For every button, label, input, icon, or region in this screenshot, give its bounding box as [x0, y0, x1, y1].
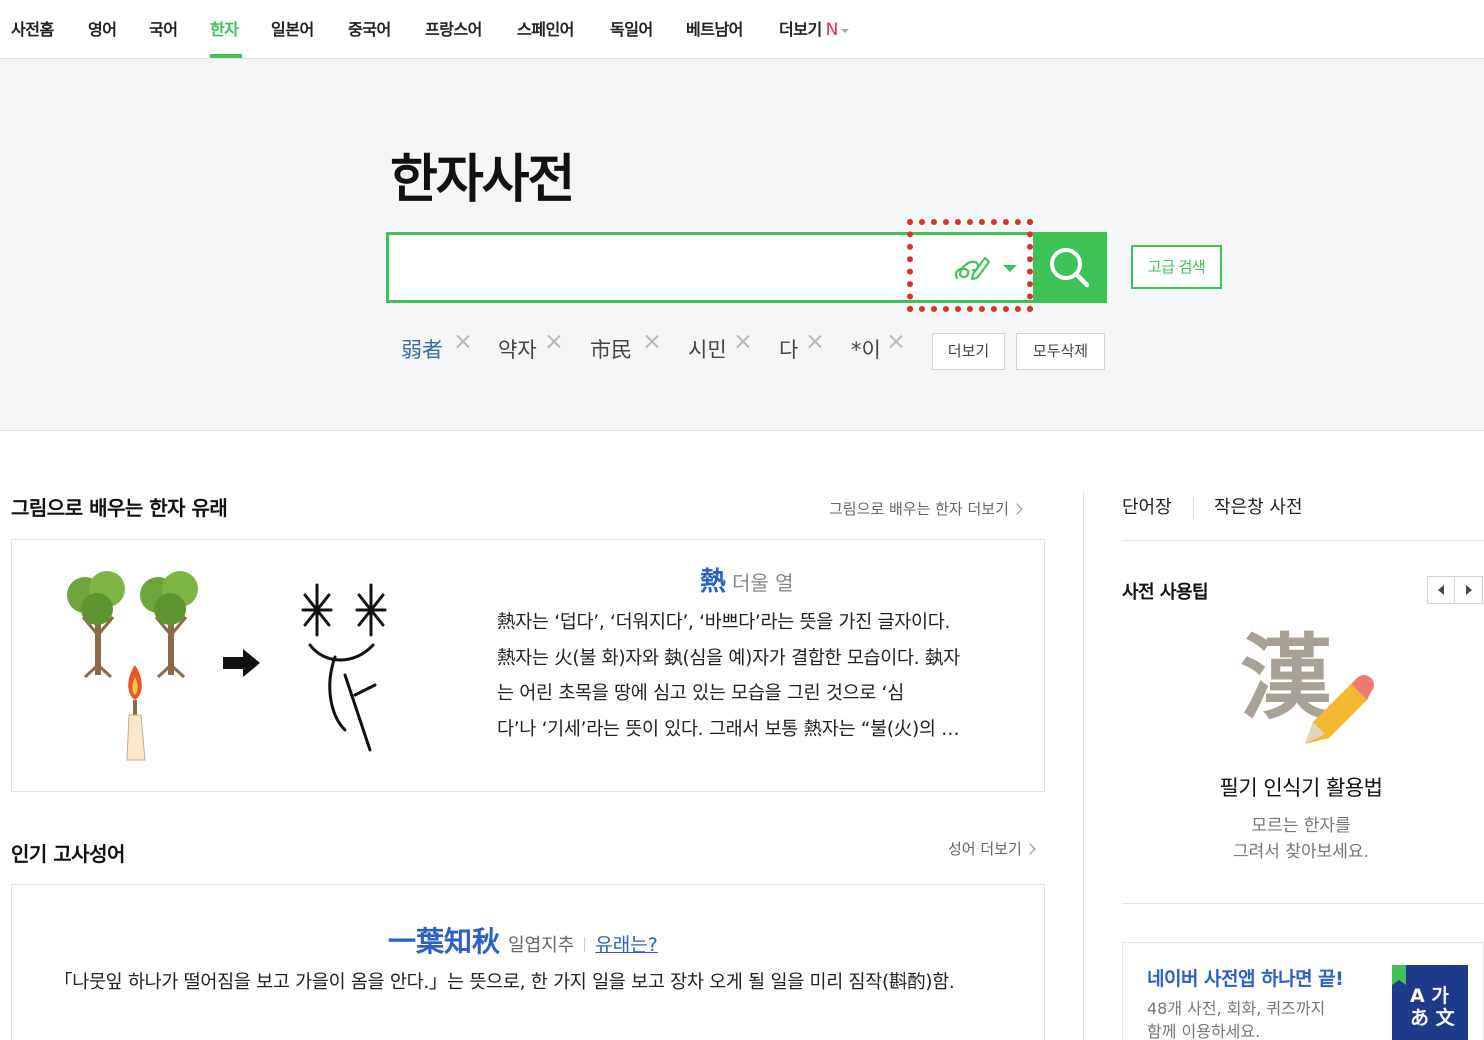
idiom-meaning: 「나뭇잎 하나가 떨어짐을 보고 가을이 옴을 안다.」는 뜻으로, 한 가지 … [54, 972, 955, 993]
arrow-right-icon [223, 649, 260, 677]
dictionary-app-icon: A 가 あ 文 [1392, 965, 1468, 1040]
tab-wordbook[interactable]: 단어장 [1122, 493, 1172, 519]
origin-section-title: 그림으로 배우는 한자 유래 [11, 496, 228, 520]
tip-desc-line: 그려서 찾아보세요. [1233, 842, 1369, 862]
top-nav: 사전홈 영어 국어 한자 일본어 중국어 프랑스어 스페인어 독일어 베트남어 … [0, 0, 1484, 59]
recent-search-item[interactable]: 시민 [688, 334, 727, 364]
idiom-more-label: 성어 더보기 [948, 840, 1022, 858]
fire-hand-image [126, 665, 146, 761]
recent-more-button[interactable]: 더보기 [932, 333, 1005, 370]
ancient-glyph-image [301, 583, 387, 752]
active-tab-indicator [210, 54, 242, 58]
recent-search-item[interactable]: 약자 [498, 334, 537, 364]
nav-item-chinese[interactable]: 중국어 [348, 16, 391, 40]
chevron-right-icon [1011, 503, 1023, 515]
chevron-right-icon [1024, 843, 1036, 855]
app-promo-card[interactable]: 네이버 사전앱 하나면 끝! 48개 사전, 회화, 퀴즈까지 함께 이용하세요… [1122, 942, 1484, 1040]
app-desc-line: 48개 사전, 회화, 퀴즈까지 [1147, 999, 1326, 1018]
arrow-right-icon [1466, 585, 1472, 595]
divider [1122, 540, 1484, 541]
divider [1122, 903, 1484, 904]
tree-image [67, 571, 198, 679]
origin-line: 熱자는 ‘덥다’, ‘더워지다’, ‘바쁘다’라는 뜻을 가진 글자이다. [497, 612, 951, 633]
app-icon-text: あ 文 [1410, 1007, 1455, 1029]
tips-pager [1427, 576, 1483, 604]
page-title: 한자사전 [390, 150, 575, 210]
idiom-more-link[interactable]: 성어 더보기 [948, 838, 1036, 859]
tip-illustration: 漢 [1240, 632, 1380, 752]
divider [1193, 498, 1194, 518]
caret-down-icon [840, 28, 849, 33]
idiom-origin-link[interactable]: 유래는? [595, 934, 658, 956]
idiom-reading: 일엽지추 [508, 935, 575, 956]
idiom-heading: 一葉知秋 일엽지추 유래는? [388, 920, 658, 960]
handwriting-input-button[interactable] [907, 219, 1033, 312]
tips-title: 사전 사용팁 [1122, 582, 1209, 603]
recent-search-item[interactable]: 弱者 [401, 334, 443, 364]
idiom-section-title: 인기 고사성어 [11, 842, 125, 866]
nav-item-korean[interactable]: 국어 [149, 16, 178, 40]
origin-line: 는 어린 초목을 땅에 심고 있는 모습을 그린 것으로 ‘심 [497, 683, 904, 704]
next-button[interactable] [1455, 577, 1482, 603]
divider [584, 937, 586, 952]
bookmark-icon [1392, 965, 1406, 985]
nav-item-home[interactable]: 사전홈 [11, 16, 54, 40]
nav-item-german[interactable]: 독일어 [610, 16, 653, 40]
nav-item-japanese[interactable]: 일본어 [271, 16, 314, 40]
nav-item-more[interactable]: 더보기 N [779, 16, 849, 40]
tip-desc-line: 모르는 한자를 [1251, 816, 1351, 836]
origin-char[interactable]: 熱 [700, 567, 726, 597]
app-desc-line: 함께 이용하세요. [1147, 1022, 1261, 1040]
delete-all-button[interactable]: 모두삭제 [1016, 333, 1105, 370]
recent-search-item[interactable]: *이 [851, 334, 881, 364]
origin-heading: 熱 더울 열 [700, 561, 794, 598]
column-divider [1083, 492, 1084, 1040]
nav-item-french[interactable]: 프랑스어 [425, 16, 482, 40]
new-badge: N [825, 20, 839, 40]
idiom-card [11, 884, 1045, 1040]
origin-line: 다’나 ‘기세’라는 뜻이 있다. 그래서 보통 熱자는 “불(火)의 … [497, 718, 960, 740]
pencil-icon [1305, 675, 1374, 744]
origin-reading: 더울 열 [732, 571, 794, 595]
search-button[interactable] [1033, 232, 1107, 303]
origin-more-label: 그림으로 배우는 한자 더보기 [829, 500, 1009, 518]
nav-item-hanja[interactable]: 한자 [210, 16, 239, 40]
nav-item-vietnamese[interactable]: 베트남어 [686, 16, 743, 40]
arrow-left-icon [1438, 585, 1444, 595]
tab-mini-dictionary[interactable]: 작은창 사전 [1214, 493, 1303, 519]
recent-search-item[interactable]: 다 [779, 334, 798, 364]
search-icon [1050, 248, 1090, 288]
nav-item-spanish[interactable]: 스페인어 [517, 16, 574, 40]
tip-description: 모르는 한자를 그려서 찾아보세요. [1122, 813, 1480, 865]
advanced-search-button[interactable]: 고급 검색 [1131, 245, 1222, 289]
origin-more-link[interactable]: 그림으로 배우는 한자 더보기 [829, 498, 1023, 519]
app-promo-description: 48개 사전, 회화, 퀴즈까지 함께 이용하세요. [1147, 997, 1325, 1040]
prev-button[interactable] [1428, 577, 1455, 603]
tip-heading[interactable]: 필기 인식기 활용법 [1122, 772, 1480, 802]
handwriting-pen-icon [954, 257, 990, 280]
nav-more-label: 더보기 [779, 20, 822, 39]
search-input[interactable] [399, 245, 899, 290]
nav-item-english[interactable]: 영어 [88, 16, 117, 40]
origin-illustration [67, 571, 387, 761]
recent-search-item[interactable]: 市民 [590, 334, 632, 364]
dropdown-arrow-icon[interactable] [1003, 265, 1017, 272]
idiom-hanja[interactable]: 一葉知秋 [388, 925, 500, 958]
app-promo-title: 네이버 사전앱 하나면 끝! [1147, 968, 1344, 990]
origin-line: 熱자는 火(불 화)자와 埶(심을 예)자가 결합한 모습이다. 埶자 [497, 647, 960, 669]
origin-description: 熱자는 ‘덥다’, ‘더워지다’, ‘바쁘다’라는 뜻을 가진 글자이다. 熱자… [497, 605, 1007, 747]
